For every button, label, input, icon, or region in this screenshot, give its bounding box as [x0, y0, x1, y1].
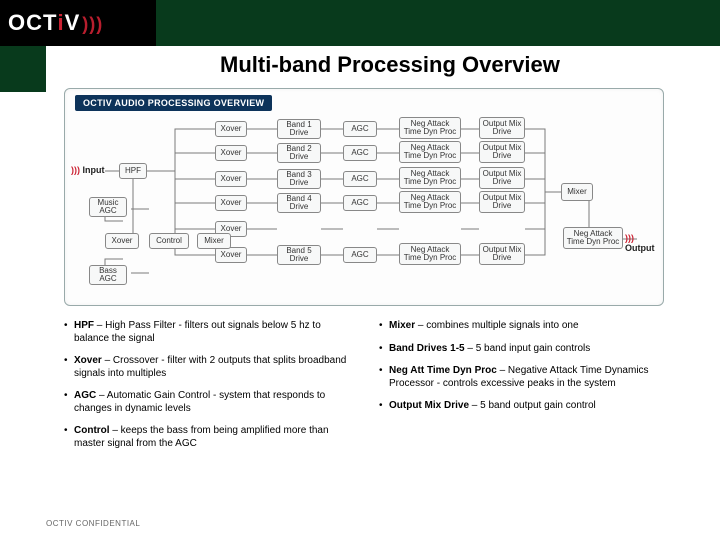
logo-dot: i — [57, 10, 64, 36]
node-neg-1: Neg Attack Time Dyn Proc — [399, 117, 461, 139]
node-band-4-drive: Band 4 Drive — [277, 193, 321, 213]
node-outmix-5: Output Mix Drive — [479, 243, 525, 265]
node-xover-lower: Xover — [105, 233, 139, 249]
node-xover-1: Xover — [215, 121, 247, 137]
node-mixer-final: Mixer — [561, 183, 593, 201]
node-agc-2: AGC — [343, 145, 377, 161]
header-bar: OCTiV ))) — [0, 0, 720, 46]
definitions-col-right: Mixer – combines multiple signals into o… — [379, 320, 664, 450]
node-band-3-drive: Band 3 Drive — [277, 169, 321, 189]
def-hpf: HPF – High Pass Filter - filters out sig… — [64, 320, 349, 345]
node-final-neg: Neg Attack Time Dyn Proc — [563, 227, 623, 249]
node-agc-4: AGC — [343, 195, 377, 211]
definitions-col-left: HPF – High Pass Filter - filters out sig… — [64, 320, 349, 450]
def-output-mix: Output Mix Drive – 5 band output gain co… — [379, 400, 664, 413]
node-band-1-drive: Band 1 Drive — [277, 119, 321, 139]
node-music-agc: Music AGC — [89, 197, 127, 217]
node-neg-4: Neg Attack Time Dyn Proc — [399, 191, 461, 213]
node-neg-5: Neg Attack Time Dyn Proc — [399, 243, 461, 265]
node-outmix-2: Output Mix Drive — [479, 141, 525, 163]
def-neg-att: Neg Att Time Dyn Proc – Negative Attack … — [379, 365, 664, 390]
footer-confidential: OCTIV CONFIDENTIAL — [46, 519, 140, 528]
node-neg-2: Neg Attack Time Dyn Proc — [399, 141, 461, 163]
node-xover-5b: Xover — [215, 247, 247, 263]
node-band-5-drive: Band 5 Drive — [277, 245, 321, 265]
def-xover: Xover – Crossover - filter with 2 output… — [64, 355, 349, 380]
output-label: ))) Output — [625, 233, 663, 253]
node-agc-5: AGC — [343, 247, 377, 263]
page-title: Multi-band Processing Overview — [220, 52, 560, 78]
node-bass-agc: Bass AGC — [89, 265, 127, 285]
node-band-2-drive: Band 2 Drive — [277, 143, 321, 163]
def-mixer: Mixer – combines multiple signals into o… — [379, 320, 664, 333]
diagram-panel: OCTIV AUDIO PROCESSING OVERVIEW — [64, 88, 664, 306]
node-xover-4: Xover — [215, 195, 247, 211]
node-hpf: HPF — [119, 163, 147, 179]
logo-text-b: V — [65, 10, 81, 36]
def-agc: AGC – Automatic Gain Control - system th… — [64, 390, 349, 415]
node-outmix-3: Output Mix Drive — [479, 167, 525, 189]
node-mixer-lower: Mixer — [197, 233, 231, 249]
definitions: HPF – High Pass Filter - filters out sig… — [64, 320, 664, 450]
node-xover-2: Xover — [215, 145, 247, 161]
input-label: ))) Input — [71, 165, 105, 175]
def-band-drives: Band Drives 1-5 – 5 band input gain cont… — [379, 343, 664, 356]
node-outmix-4: Output Mix Drive — [479, 191, 525, 213]
node-outmix-1: Output Mix Drive — [479, 117, 525, 139]
side-accent — [0, 46, 46, 92]
node-agc-3: AGC — [343, 171, 377, 187]
def-control: Control – keeps the bass from being ampl… — [64, 425, 349, 450]
node-agc-1: AGC — [343, 121, 377, 137]
node-control: Control — [149, 233, 189, 249]
node-neg-3: Neg Attack Time Dyn Proc — [399, 167, 461, 189]
logo-text-a: OCT — [8, 10, 57, 36]
node-xover-3: Xover — [215, 171, 247, 187]
logo: OCTiV ))) — [0, 0, 156, 46]
sound-waves-icon: ))) — [82, 10, 103, 36]
